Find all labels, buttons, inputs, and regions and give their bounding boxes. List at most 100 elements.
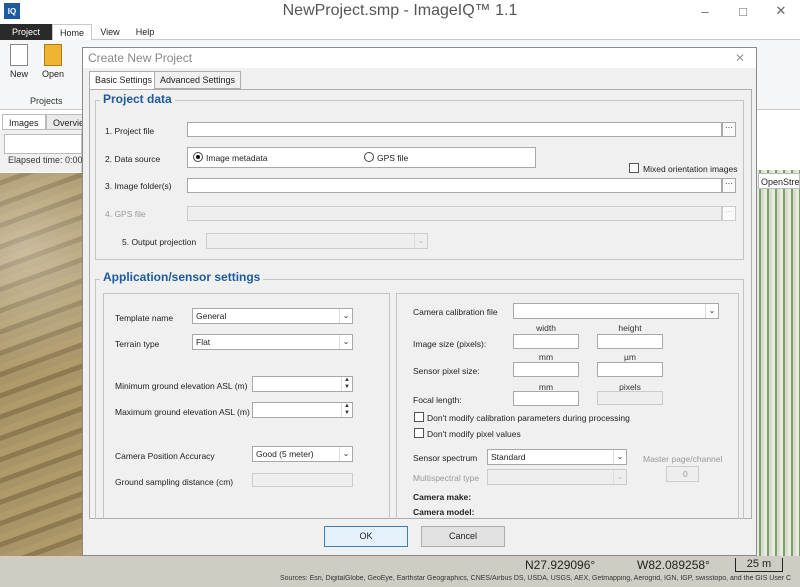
tab-advanced-settings[interactable]: Advanced Settings <box>154 71 242 89</box>
chevron-down-icon: ⌄ <box>613 450 626 464</box>
sensor-spectrum-value: Standard <box>491 452 526 462</box>
terrain-type-value: Flat <box>196 337 211 347</box>
gps-file-label: 4. GPS file <box>105 209 146 219</box>
pixel-size-um-input[interactable] <box>597 362 663 377</box>
camera-position-accuracy-label: Camera Position Accuracy <box>115 451 215 461</box>
focal-length-label: Focal length: <box>413 395 462 405</box>
chevron-down-icon: ⌄ <box>339 335 352 349</box>
ribbon-group-label: Projects <box>30 96 63 106</box>
min-elevation-input[interactable]: ▲ ▼ <box>252 376 353 392</box>
tab-home[interactable]: Home <box>52 24 92 40</box>
maximize-icon[interactable]: □ <box>724 0 762 22</box>
app-settings-heading: Application/sensor settings <box>100 270 264 284</box>
multispectral-type-select[interactable]: ⌄ <box>487 469 627 485</box>
dialog-close-icon[interactable]: ✕ <box>724 48 756 68</box>
tab-images[interactable]: Images <box>2 114 46 130</box>
focal-length-pixels-value <box>597 391 663 405</box>
gsd-label: Ground sampling distance (cm) <box>115 477 234 487</box>
map-view-right[interactable] <box>756 170 800 563</box>
no-calibration-modify-label: Don't modify calibration parameters duri… <box>427 413 630 423</box>
dialog-title: Create New Project <box>88 51 193 65</box>
spin-arrows-icon[interactable]: ▲ ▼ <box>341 403 352 417</box>
left-panel-field[interactable] <box>4 134 82 154</box>
max-elevation-input[interactable]: ▲ ▼ <box>252 402 353 418</box>
project-file-input[interactable] <box>187 122 722 137</box>
project-file-label: 1. Project file <box>105 126 155 136</box>
app-title: NewProject.smp - ImageIQ™ 1.1 <box>282 2 518 19</box>
sensor-spectrum-select[interactable]: Standard ⌄ <box>487 449 627 465</box>
no-pixel-modify-checkbox[interactable] <box>414 428 424 438</box>
image-height-input[interactable] <box>597 334 663 349</box>
no-calibration-modify-checkbox[interactable] <box>414 412 424 422</box>
data-source-label: 2. Data source <box>105 154 161 164</box>
project-file-browse-button[interactable]: ··· <box>722 122 736 137</box>
new-file-icon <box>10 44 28 66</box>
tab-help[interactable]: Help <box>128 24 162 40</box>
mixed-orientation-label: Mixed orientation images <box>643 164 738 174</box>
mixed-orientation-checkbox[interactable] <box>629 163 639 173</box>
master-page-label: Master page/channel <box>643 454 723 464</box>
gps-file-browse-button[interactable]: ··· <box>722 206 736 221</box>
project-data-heading: Project data <box>100 92 175 106</box>
tab-project[interactable]: Project <box>0 24 52 40</box>
column-width-header: width <box>536 323 556 333</box>
new-button-label: New <box>9 69 28 79</box>
focal-length-mm-input[interactable] <box>513 391 579 406</box>
tab-basic-settings[interactable]: Basic Settings <box>89 71 159 90</box>
camera-calibration-file-select[interactable]: ⌄ <box>513 303 719 319</box>
sensor-pixel-size-label: Sensor pixel size: <box>413 366 480 376</box>
radio-image-metadata[interactable] <box>193 152 203 162</box>
latitude-readout: N27.929096° <box>525 558 596 572</box>
ok-button[interactable]: OK <box>324 526 408 547</box>
image-folder-input[interactable] <box>187 178 722 193</box>
no-pixel-modify-label: Don't modify pixel values <box>427 429 521 439</box>
open-button[interactable]: Open <box>38 44 68 79</box>
radio-gps-file-label: GPS file <box>377 153 409 163</box>
output-projection-select[interactable]: ⌄ <box>206 233 428 249</box>
map-view-left[interactable] <box>0 173 82 563</box>
cancel-button[interactable]: Cancel <box>421 526 505 547</box>
chevron-down-icon: ⌄ <box>414 234 427 248</box>
new-button[interactable]: New <box>4 44 34 79</box>
elapsed-time: Elapsed time: 0:00: <box>8 155 86 165</box>
minimize-icon[interactable]: – <box>686 0 724 22</box>
open-folder-icon <box>44 44 62 66</box>
column-um-header: µm <box>624 352 636 362</box>
chevron-down-icon: ⌄ <box>613 470 626 484</box>
camera-position-accuracy-value: Good (5 meter) <box>256 449 314 459</box>
radio-gps-file[interactable] <box>364 152 374 162</box>
terrain-type-label: Terrain type <box>115 339 160 349</box>
template-name-label: Template name <box>115 313 174 323</box>
max-elevation-label: Maximum ground elevation ASL (m) <box>115 407 250 417</box>
spin-arrows-icon[interactable]: ▲ ▼ <box>341 377 352 391</box>
template-name-value: General <box>196 311 227 321</box>
map-attribution: Sources: Esri, DigitalGlobe, GeoEye, Ear… <box>280 575 792 582</box>
sensor-spectrum-label: Sensor spectrum <box>413 453 478 463</box>
radio-image-metadata-label: Image metadata <box>206 153 268 163</box>
template-name-select[interactable]: General ⌄ <box>192 308 353 324</box>
close-icon[interactable]: ✕ <box>762 0 800 22</box>
terrain-type-select[interactable]: Flat ⌄ <box>192 334 353 350</box>
camera-make-label: Camera make: <box>413 492 472 502</box>
camera-calibration-file-label: Camera calibration file <box>413 307 498 317</box>
camera-model-label: Camera model: <box>413 507 475 517</box>
gsd-value <box>252 473 353 487</box>
column-height-header: height <box>618 323 642 333</box>
image-size-label: Image size (pixels): <box>413 339 487 349</box>
scale-bar: 25 m <box>735 558 783 572</box>
camera-position-accuracy-select[interactable]: Good (5 meter) ⌄ <box>252 446 353 462</box>
open-button-label: Open <box>41 69 65 79</box>
sensor-size-mm-input[interactable] <box>513 362 579 377</box>
dialog-body: Project data 1. Project file ··· 2. Data… <box>89 89 752 519</box>
tab-view[interactable]: View <box>94 24 126 40</box>
master-page-input[interactable]: 0 <box>666 466 699 482</box>
basemap-layer-label[interactable]: OpenStree <box>758 173 800 189</box>
column-mm-header: mm <box>538 352 554 362</box>
image-folder-browse-button[interactable]: ··· <box>722 178 736 193</box>
create-project-dialog: Create New Project ✕ Basic Settings Adva… <box>82 47 757 556</box>
image-folder-label: 3. Image folder(s) <box>105 181 172 191</box>
chevron-down-icon: ⌄ <box>339 309 352 323</box>
gps-file-input[interactable] <box>187 206 722 221</box>
min-elevation-label: Minimum ground elevation ASL (m) <box>115 381 248 391</box>
image-width-input[interactable] <box>513 334 579 349</box>
